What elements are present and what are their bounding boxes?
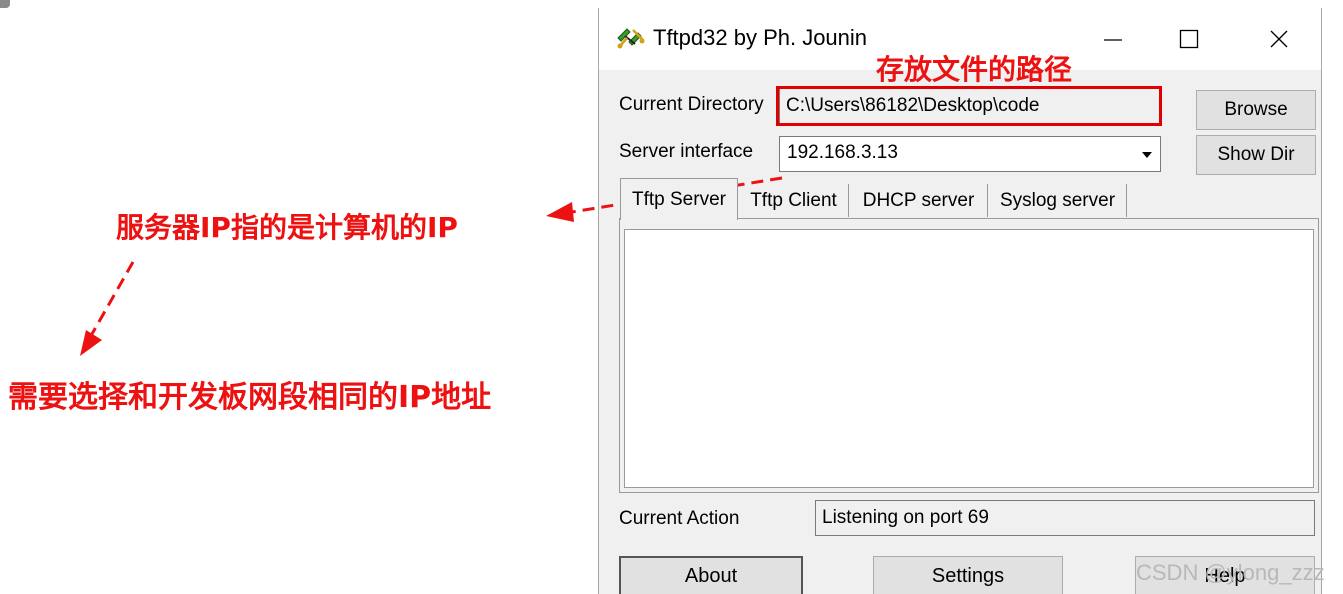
annotation-arrows xyxy=(80,176,783,356)
arrow-to-network-annotation xyxy=(80,261,135,356)
tab-tftp-server[interactable]: Tftp Server xyxy=(620,178,738,220)
screenshot-stage: Tftpd32 by Ph. Jounin Current Directory xyxy=(0,0,1343,594)
csdn-watermark: CSDN @ylong_zzz xyxy=(1136,560,1325,585)
